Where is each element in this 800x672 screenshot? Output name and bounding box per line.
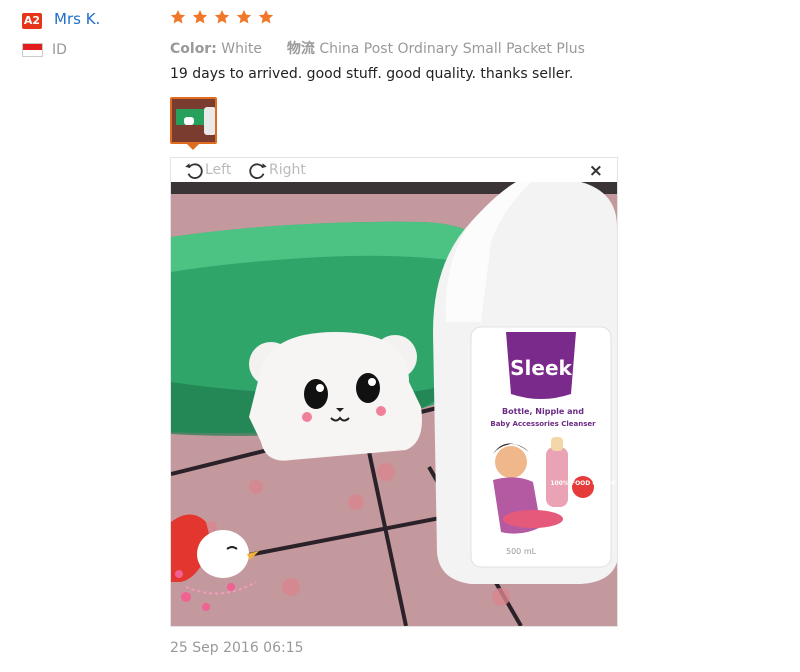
review-photo: Sleek Bottle, Nipple and Baby Accessorie… bbox=[171, 182, 617, 626]
thumbnail-pointer bbox=[187, 144, 199, 150]
close-icon[interactable]: × bbox=[589, 161, 603, 181]
star-icon bbox=[170, 9, 186, 25]
order-attributes: Color: White 物流 China Post Ordinary Smal… bbox=[170, 38, 585, 58]
logistics-value: China Post Ordinary Small Packet Plus bbox=[319, 41, 585, 57]
review-text: 19 days to arrived. good stuff. good qua… bbox=[170, 66, 574, 82]
reviewer-name[interactable]: Mrs K. bbox=[54, 10, 100, 28]
rotate-right-label: Right bbox=[269, 162, 306, 178]
star-icon bbox=[258, 9, 274, 25]
star-icon bbox=[236, 9, 252, 25]
color-value: White bbox=[221, 41, 262, 57]
star-icon bbox=[214, 9, 230, 25]
logistics-label: 物流 bbox=[286, 41, 315, 57]
photo-brand-text: Sleek bbox=[510, 356, 572, 380]
rotate-right-button[interactable]: Right bbox=[247, 159, 306, 181]
review-photo-thumbnail[interactable] bbox=[170, 97, 217, 144]
rotate-left-label: Left bbox=[205, 162, 232, 178]
star-rating bbox=[170, 9, 275, 29]
photo-line1-text: Bottle, Nipple and bbox=[502, 407, 584, 416]
reviewer-country: ID bbox=[52, 42, 67, 58]
viewer-toolbar: Left Right × bbox=[171, 158, 617, 182]
buyer-level-badge: A2 bbox=[22, 13, 42, 29]
photo-badge-text: 100% FOOD GRADE bbox=[550, 480, 615, 487]
photo-viewer: Left Right × Sleek Bottle, Nipple and Ba… bbox=[170, 157, 618, 627]
photo-line2-text: Baby Accessories Cleanser bbox=[490, 420, 596, 428]
color-label: Color: bbox=[170, 41, 217, 57]
country-flag-icon bbox=[22, 43, 43, 57]
photo-volume-text: 500 mL bbox=[506, 547, 537, 556]
review-date: 25 Sep 2016 06:15 bbox=[170, 640, 304, 656]
rotate-left-icon bbox=[183, 159, 205, 181]
rotate-left-button[interactable]: Left bbox=[183, 159, 231, 181]
star-icon bbox=[192, 9, 208, 25]
rotate-right-icon bbox=[247, 159, 269, 181]
